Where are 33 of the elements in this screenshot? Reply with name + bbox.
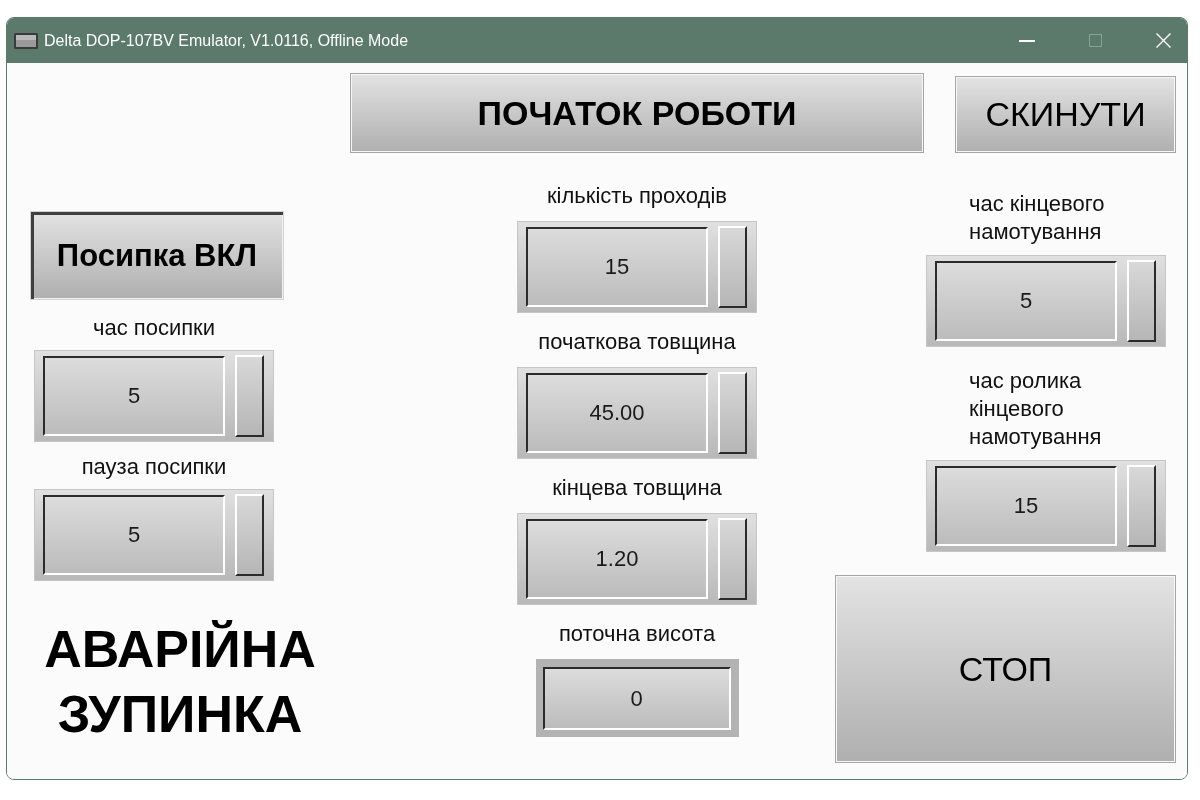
- emergency-stop-text: АВАРІЙНА ЗУПИНКА: [43, 619, 317, 745]
- toggle-button[interactable]: Посипка ВКЛ: [30, 211, 284, 300]
- monitor-icon: [14, 32, 38, 49]
- input-field[interactable]: 5: [43, 356, 225, 436]
- window-title: Delta DOP-107BV Emulator, V1.0116, Offline Mode: [44, 31, 409, 50]
- input-field[interactable]: 1.20: [526, 519, 708, 599]
- readout-field: 0: [542, 667, 731, 730]
- field-label: час посипки: [92, 315, 216, 341]
- input-field[interactable]: 5: [43, 495, 225, 575]
- side-button[interactable]: [1127, 260, 1156, 342]
- start-button[interactable]: ПОЧАТОК РОБОТИ: [350, 73, 924, 153]
- input-field[interactable]: 5: [935, 261, 1117, 341]
- field-label: початкова товщина: [538, 329, 736, 355]
- side-button[interactable]: [1127, 465, 1156, 547]
- maximize-icon: [1088, 34, 1102, 47]
- minimize-icon: [1019, 39, 1035, 42]
- reset-button[interactable]: СКИНУТИ: [955, 76, 1176, 153]
- input-field[interactable]: 15: [935, 466, 1117, 546]
- side-button[interactable]: [718, 518, 747, 600]
- side-button[interactable]: [718, 372, 747, 454]
- field-label: пауза посипки: [81, 454, 227, 480]
- field-label: кінцева товщина: [552, 475, 722, 501]
- field-label: час ролика кінцевого намотування: [969, 367, 1102, 451]
- field-label: поточна висота: [558, 621, 716, 647]
- side-button[interactable]: [718, 226, 747, 308]
- input-field[interactable]: 45.00: [526, 373, 708, 453]
- side-button[interactable]: [235, 355, 264, 437]
- side-button[interactable]: [235, 494, 264, 576]
- stop-button[interactable]: СТОП: [835, 575, 1176, 763]
- close-icon: [1155, 33, 1171, 48]
- input-field[interactable]: 15: [526, 227, 708, 307]
- field-label: кількість проходів: [547, 183, 727, 209]
- field-label: час кінцевого намотування: [969, 190, 1105, 246]
